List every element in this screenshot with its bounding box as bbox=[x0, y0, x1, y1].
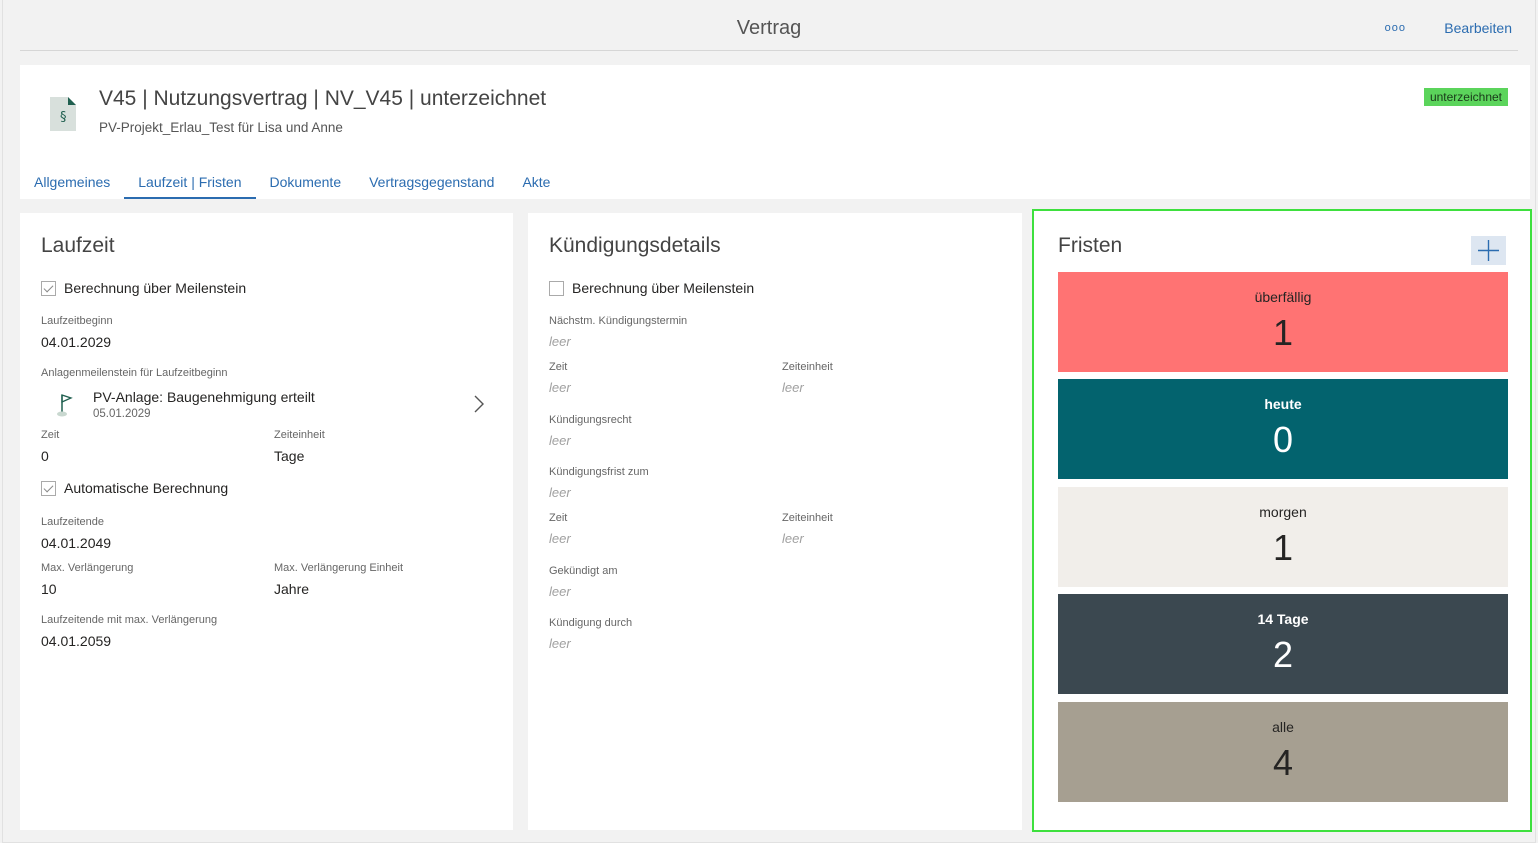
anlagenmeilenstein-label: Anlagenmeilenstein für Laufzeitbeginn bbox=[41, 367, 228, 379]
zeiteinheit2-value: leer bbox=[782, 531, 804, 546]
zeiteinheit1-value: leer bbox=[782, 380, 804, 395]
laufzeitende-label: Laufzeitende bbox=[41, 516, 104, 528]
tab-laufzeit-fristen[interactable]: Laufzeit | Fristen bbox=[124, 173, 256, 199]
zeit2-label: Zeit bbox=[549, 512, 568, 524]
zeit1-label: Zeit bbox=[549, 361, 568, 373]
top-bar: Vertrag ooo Bearbeiten bbox=[20, 0, 1518, 51]
max-verlaengerung-einheit-label: Max. Verlängerung Einheit bbox=[274, 562, 404, 574]
add-frist-button[interactable] bbox=[1471, 236, 1506, 265]
kuendigungsrecht-label: Kündigungsrecht bbox=[549, 414, 632, 426]
kuendigung-title: Kündigungsdetails bbox=[549, 234, 721, 257]
tile-heute[interactable]: heute 0 bbox=[1058, 379, 1508, 479]
automatische-berechnung-label: Automatische Berechnung bbox=[64, 480, 229, 496]
fristen-panel: Fristen überfällig 1 heute 0 morgen 1 14… bbox=[1032, 209, 1532, 832]
kuendigung-meilenstein-label: Berechnung über Meilenstein bbox=[572, 280, 755, 296]
laufzeitende-max-label: Laufzeitende mit max. Verlängerung bbox=[41, 614, 218, 626]
max-verlaengerung-label: Max. Verlängerung bbox=[41, 562, 134, 574]
kuendigung-durch-value: leer bbox=[549, 636, 571, 651]
berechnung-meilenstein-checkbox[interactable] bbox=[41, 280, 56, 296]
tile-14-tage[interactable]: 14 Tage 2 bbox=[1058, 594, 1508, 694]
automatische-berechnung-checkbox[interactable] bbox=[41, 480, 56, 496]
gekuendigt-am-value: leer bbox=[549, 584, 571, 599]
tab-vertragsgegenstand[interactable]: Vertragsgegenstand bbox=[355, 173, 508, 199]
tile-label: 14 Tage bbox=[1257, 611, 1309, 627]
contract-title: V45 | Nutzungsvertrag | NV_V45 | unterze… bbox=[99, 87, 547, 110]
kuendigung-meilenstein-checkbox[interactable] bbox=[549, 280, 564, 296]
zeiteinheit1-label: Zeiteinheit bbox=[782, 361, 833, 373]
tab-akte[interactable]: Akte bbox=[508, 173, 564, 199]
contract-header: § V45 | Nutzungsvertrag | NV_V45 | unter… bbox=[20, 65, 1530, 199]
max-verlaengerung-einheit-value: Jahre bbox=[274, 581, 310, 597]
tile-label: überfällig bbox=[1254, 289, 1312, 305]
kuendigung-durch-label: Kündigung durch bbox=[549, 617, 633, 629]
tile-label: alle bbox=[1272, 719, 1294, 735]
laufzeitbeginn-value: 04.01.2029 bbox=[41, 334, 112, 350]
kuendigungsrecht-value: leer bbox=[549, 433, 571, 448]
fristen-title: Fristen bbox=[1058, 234, 1123, 257]
kuendigung-meilenstein-checkbox-row[interactable]: Berechnung über Meilenstein bbox=[549, 280, 754, 296]
window-title: Vertrag bbox=[736, 17, 802, 39]
tile-count: 2 bbox=[1272, 634, 1294, 675]
milestone-name: PV-Anlage: Baugenehmigung erteilt bbox=[93, 389, 315, 405]
milestone-link[interactable]: PV-Anlage: Baugenehmigung erteilt 05.01.… bbox=[41, 388, 491, 428]
berechnung-meilenstein-checkbox-row[interactable]: Berechnung über Meilenstein bbox=[41, 280, 246, 296]
contract-document-icon: § bbox=[50, 97, 76, 131]
tile-count: 0 bbox=[1272, 419, 1294, 460]
kuendigung-panel: Kündigungsdetails Berechnung über Meilen… bbox=[528, 213, 1022, 830]
zeit2-value: leer bbox=[549, 531, 571, 546]
laufzeitende-max-value: 04.01.2059 bbox=[41, 633, 112, 649]
laufzeit-panel: Laufzeit Berechnung über Meilenstein Lau… bbox=[20, 213, 513, 830]
chevron-right-icon[interactable] bbox=[473, 394, 485, 414]
berechnung-meilenstein-label: Berechnung über Meilenstein bbox=[64, 280, 247, 296]
tile-alle[interactable]: alle 4 bbox=[1058, 702, 1508, 802]
zeit1-value: leer bbox=[549, 380, 571, 395]
milestone-date: 05.01.2029 bbox=[93, 408, 151, 420]
laufzeit-title: Laufzeit bbox=[41, 234, 115, 257]
zeit-value: 0 bbox=[41, 448, 49, 464]
naechstm-kuendigungstermin-label: Nächstm. Kündigungstermin bbox=[549, 315, 688, 327]
tile-morgen[interactable]: morgen 1 bbox=[1058, 487, 1508, 587]
tile-label: morgen bbox=[1259, 504, 1307, 520]
zeiteinheit-value: Tage bbox=[274, 448, 305, 464]
max-verlaengerung-value: 10 bbox=[41, 581, 57, 597]
zeit-label: Zeit bbox=[41, 429, 60, 441]
app-frame: Vertrag ooo Bearbeiten § V45 | Nutzungsv… bbox=[2, 0, 1536, 843]
tile-ueberfaellig[interactable]: überfällig 1 bbox=[1058, 272, 1508, 372]
tile-count: 1 bbox=[1272, 312, 1294, 353]
laufzeitbeginn-label: Laufzeitbeginn bbox=[41, 315, 113, 327]
kuendigungsfrist-zum-label: Kündigungsfrist zum bbox=[549, 466, 649, 478]
flag-icon bbox=[57, 394, 73, 417]
zeiteinheit2-label: Zeiteinheit bbox=[782, 512, 833, 524]
contract-subtitle: PV-Projekt_Erlau_Test für Lisa und Anne bbox=[99, 120, 343, 135]
automatische-berechnung-checkbox-row[interactable]: Automatische Berechnung bbox=[41, 480, 228, 496]
tab-allgemeines[interactable]: Allgemeines bbox=[20, 173, 124, 199]
tab-dokumente[interactable]: Dokumente bbox=[256, 173, 356, 199]
naechstm-kuendigungstermin-value: leer bbox=[549, 334, 571, 349]
tile-count: 4 bbox=[1272, 742, 1294, 783]
zeiteinheit-label: Zeiteinheit bbox=[274, 429, 325, 441]
tile-count: 1 bbox=[1272, 527, 1294, 568]
tab-bar: Allgemeines Laufzeit | Fristen Dokumente… bbox=[20, 173, 564, 199]
plus-icon bbox=[1478, 240, 1499, 261]
status-badge: unterzeichnet bbox=[1423, 88, 1508, 106]
tile-label: heute bbox=[1264, 396, 1302, 412]
gekuendigt-am-label: Gekündigt am bbox=[549, 565, 618, 577]
kuendigungsfrist-zum-value: leer bbox=[549, 485, 571, 500]
svg-text:§: § bbox=[60, 110, 67, 125]
laufzeitende-value: 04.01.2049 bbox=[41, 535, 112, 551]
more-options-button[interactable]: ooo bbox=[1385, 22, 1406, 34]
edit-button[interactable]: Bearbeiten bbox=[1444, 20, 1512, 36]
